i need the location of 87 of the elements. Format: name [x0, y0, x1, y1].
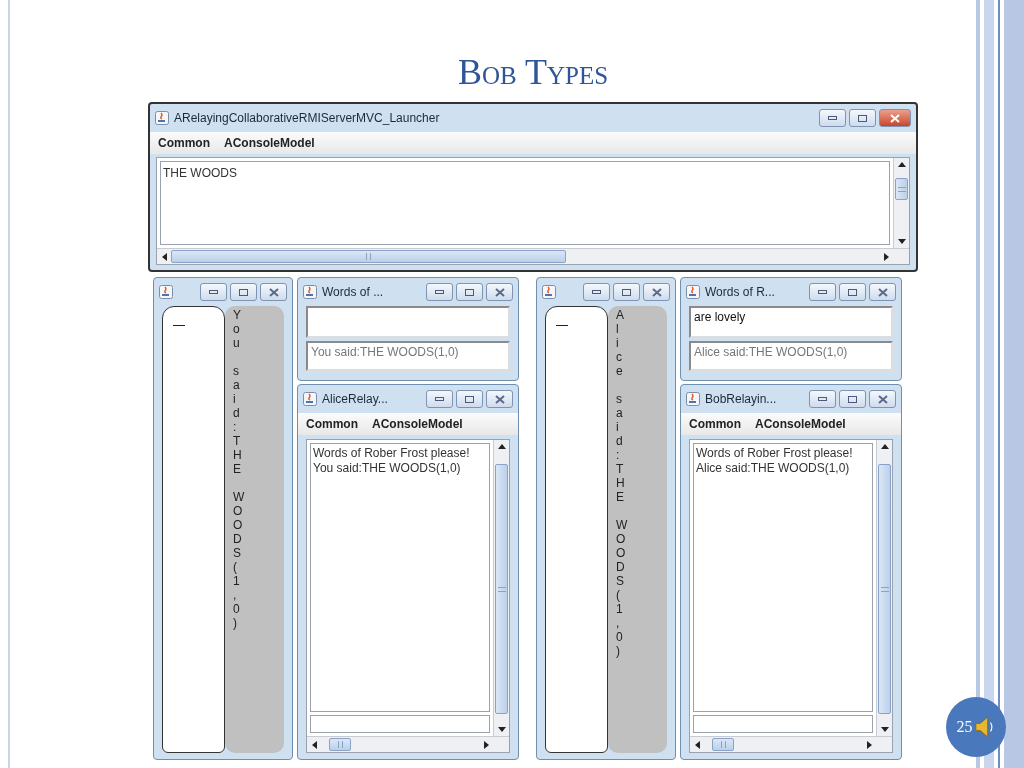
output-text: You said:THE WOODS(1,0) — [311, 345, 459, 359]
close-button[interactable] — [260, 283, 287, 301]
vertical-text: You said:THE WOODS(1,0) — [233, 308, 246, 630]
minimize-button[interactable] — [426, 390, 453, 408]
scroll-up-arrow-icon[interactable] — [896, 161, 907, 168]
minimize-button[interactable] — [583, 283, 610, 301]
close-icon — [877, 394, 888, 404]
maximize-button[interactable] — [456, 283, 483, 301]
vertical-scrollbar[interactable] — [493, 440, 509, 736]
scroll-right-arrow-icon[interactable] — [483, 739, 490, 750]
maximize-button[interactable] — [839, 283, 866, 301]
console-line: THE WOODS — [163, 165, 238, 182]
menu-item[interactable]: AConsoleModel — [755, 415, 846, 433]
dash-icon — [556, 325, 568, 326]
scroll-thumb[interactable] — [878, 464, 891, 714]
console-line: Words of Rober Frost please! — [313, 446, 471, 461]
horizontal-scrollbar[interactable] — [157, 248, 909, 264]
minimize-button[interactable] — [426, 283, 453, 301]
close-button[interactable] — [486, 390, 513, 408]
scroll-thumb[interactable] — [495, 464, 508, 714]
menu-item[interactable]: AConsoleModel — [224, 134, 315, 152]
menu-item[interactable]: Common — [689, 415, 741, 433]
slide-title: Bob Types — [457, 51, 609, 94]
maximize-button[interactable] — [230, 283, 257, 301]
scroll-thumb[interactable] — [895, 178, 908, 200]
window-title: ARelayingCollaborativeRMIServerMVC_Launcher — [174, 110, 441, 127]
maximize-button[interactable] — [456, 390, 483, 408]
scroll-right-arrow-icon[interactable] — [883, 251, 890, 262]
window-title: AliceRelay... — [322, 391, 389, 408]
close-icon — [494, 287, 505, 297]
menu-item[interactable]: Common — [158, 134, 210, 152]
scroll-down-arrow-icon[interactable] — [879, 726, 890, 733]
console-line: Alice said:THE WOODS(1,0) — [696, 461, 851, 476]
scroll-left-arrow-icon[interactable] — [694, 739, 701, 750]
scroll-up-arrow-icon[interactable] — [496, 443, 507, 450]
close-icon — [268, 287, 279, 297]
input-field[interactable] — [310, 715, 490, 733]
console-line: You said:THE WOODS(1,0) — [313, 461, 462, 476]
minimize-button[interactable] — [809, 283, 836, 301]
cup-icon — [303, 285, 317, 299]
close-button[interactable] — [879, 109, 911, 127]
scroll-down-arrow-icon[interactable] — [496, 726, 507, 733]
scroll-right-arrow-icon[interactable] — [866, 739, 873, 750]
menu-item[interactable]: Common — [306, 415, 358, 433]
window-title: BobRelayin... — [705, 391, 778, 408]
close-icon — [877, 287, 888, 297]
close-button[interactable] — [643, 283, 670, 301]
close-icon — [494, 394, 505, 404]
cup-icon — [686, 392, 700, 406]
dash-icon — [173, 325, 185, 326]
menu-item[interactable]: AConsoleModel — [372, 415, 463, 433]
maximize-button[interactable] — [849, 109, 876, 127]
scroll-thumb[interactable] — [329, 738, 351, 751]
scroll-thumb[interactable] — [171, 250, 566, 263]
close-button[interactable] — [869, 283, 896, 301]
cup-icon — [155, 111, 169, 125]
close-button[interactable] — [486, 283, 513, 301]
console-line: Words of Rober Frost please! — [696, 446, 854, 461]
maximize-button[interactable] — [839, 390, 866, 408]
window-title: Words of ... — [322, 284, 385, 301]
minimize-button[interactable] — [200, 283, 227, 301]
cup-icon — [159, 285, 173, 299]
cup-icon — [542, 285, 556, 299]
output-text: Alice said:THE WOODS(1,0) — [694, 345, 848, 359]
close-icon — [890, 113, 900, 123]
maximize-button[interactable] — [613, 283, 640, 301]
minimize-button[interactable] — [819, 109, 846, 127]
page-number: 25 — [956, 717, 973, 737]
input-field[interactable] — [306, 306, 510, 338]
input-field[interactable]: are lovely — [689, 306, 893, 338]
close-icon — [651, 287, 662, 297]
horizontal-scrollbar[interactable] — [690, 736, 892, 752]
input-field[interactable] — [693, 715, 873, 733]
scroll-up-arrow-icon[interactable] — [879, 443, 890, 450]
minimize-button[interactable] — [809, 390, 836, 408]
window-title: Words of R... — [705, 284, 776, 301]
vertical-text: Alice said:THE WOODS(1,0) — [616, 308, 629, 658]
scroll-down-arrow-icon[interactable] — [896, 238, 907, 245]
scroll-left-arrow-icon[interactable] — [161, 251, 168, 262]
close-button[interactable] — [869, 390, 896, 408]
vertical-scrollbar[interactable] — [893, 158, 909, 248]
scroll-left-arrow-icon[interactable] — [311, 739, 318, 750]
horizontal-scrollbar[interactable] — [307, 736, 509, 752]
vertical-scrollbar[interactable] — [876, 440, 892, 736]
cup-icon — [303, 392, 317, 406]
scroll-thumb[interactable] — [712, 738, 734, 751]
cup-icon — [686, 285, 700, 299]
